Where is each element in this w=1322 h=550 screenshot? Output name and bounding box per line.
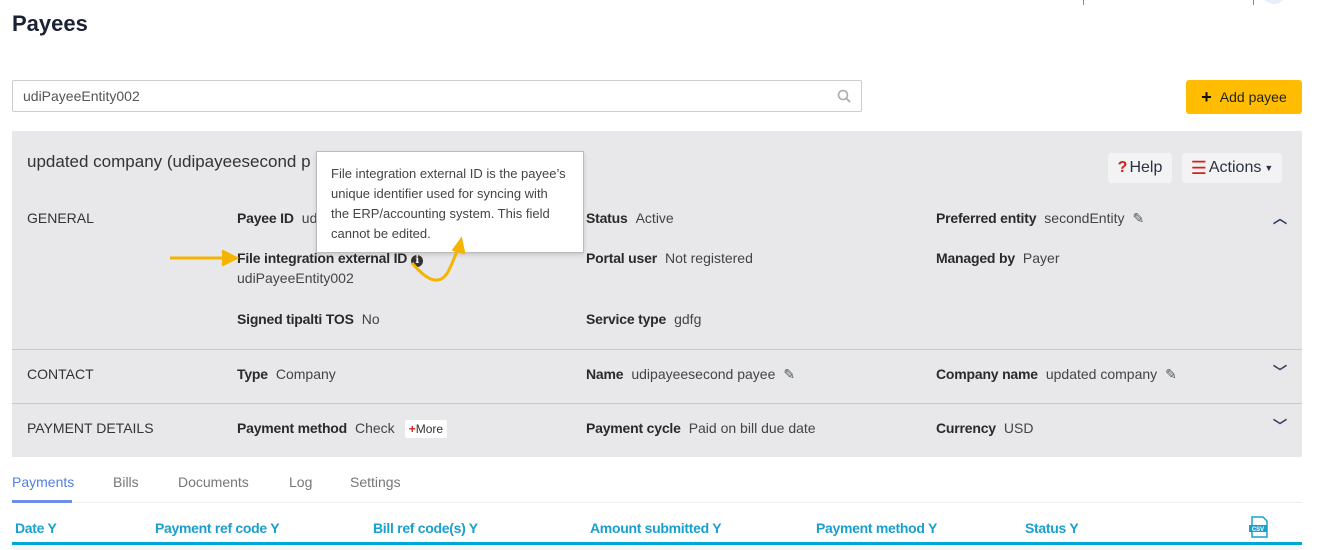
filter-icon: Y bbox=[712, 520, 722, 536]
column-date[interactable]: Date Y bbox=[15, 520, 57, 536]
active-tab-indicator bbox=[12, 500, 72, 503]
tab-log[interactable]: Log bbox=[289, 474, 312, 490]
column-payment-ref-code[interactable]: Payment ref code Y bbox=[155, 520, 280, 536]
column-amount-submitted[interactable]: Amount submitted Y bbox=[590, 520, 722, 536]
annotation-arrows bbox=[170, 236, 466, 282]
tab-payments[interactable]: Payments bbox=[12, 474, 74, 490]
tab-settings[interactable]: Settings bbox=[350, 474, 401, 490]
csv-icon[interactable]: CSV bbox=[1247, 515, 1271, 539]
tab-bills[interactable]: Bills bbox=[113, 474, 139, 490]
tab-divider bbox=[12, 502, 1302, 503]
svg-text:CSV: CSV bbox=[1252, 527, 1264, 533]
column-payment-method[interactable]: Payment method Y bbox=[816, 520, 937, 536]
column-status[interactable]: Status Y bbox=[1025, 520, 1079, 536]
arrow-icon bbox=[170, 236, 466, 282]
filter-icon: Y bbox=[468, 520, 478, 536]
filter-icon: Y bbox=[270, 520, 280, 536]
filter-icon: Y bbox=[1069, 520, 1079, 536]
table-row bbox=[12, 545, 1302, 550]
filter-icon: Y bbox=[47, 520, 57, 536]
filter-icon: Y bbox=[927, 520, 937, 536]
column-bill-ref-codes[interactable]: Bill ref code(s) Y bbox=[373, 520, 478, 536]
tab-documents[interactable]: Documents bbox=[178, 474, 249, 490]
